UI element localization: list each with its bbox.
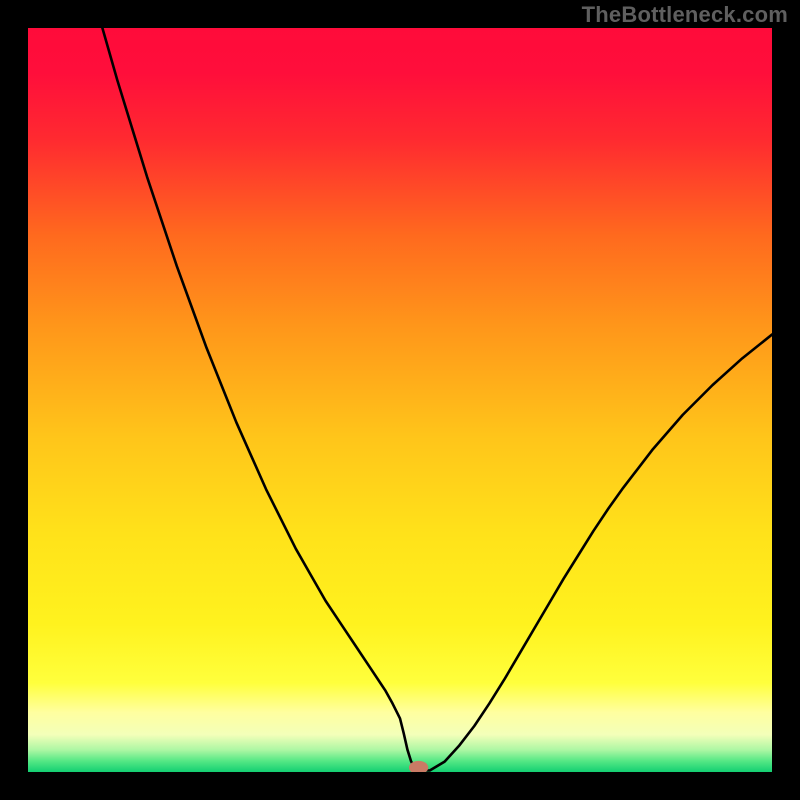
- chart-container: TheBottleneck.com: [0, 0, 800, 800]
- watermark-text: TheBottleneck.com: [582, 2, 788, 28]
- plot-area: [28, 28, 772, 772]
- chart-background-gradient: [28, 28, 772, 772]
- chart-svg: [28, 28, 772, 772]
